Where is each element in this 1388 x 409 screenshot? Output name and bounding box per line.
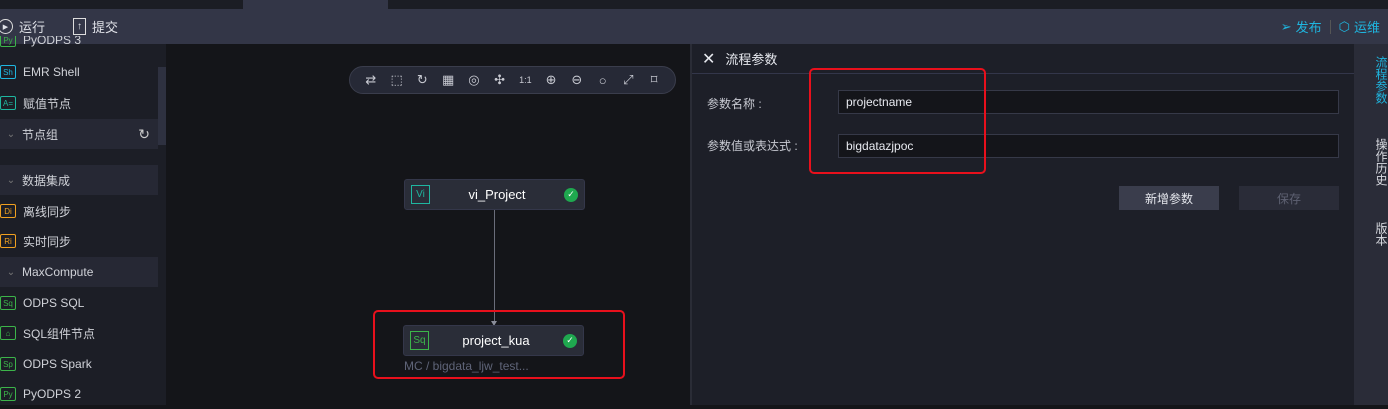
sidebar-item-label: PyODPS 3 — [23, 36, 82, 47]
sidebar-item[interactable]: Sh EMR Shell — [0, 57, 158, 87]
highlight-box — [809, 68, 986, 174]
top-strip — [0, 0, 1388, 9]
tag-icon[interactable]: ⌑ — [645, 72, 663, 88]
hexagon-icon: ⬡ — [1338, 18, 1350, 34]
swap-icon[interactable]: ⇄ — [362, 72, 380, 88]
sidebar-group[interactable]: ⌄ 节点组 ↻ — [0, 119, 158, 149]
sidebar-item[interactable]: Ri 实时同步 — [0, 226, 158, 256]
toolbar: ▶ 运行 ↑ 提交 ➢ 发布 ⬡ 运维 — [0, 9, 1388, 44]
canvas-toolbar: ⇄ ⬚ ↻ ▦ ◎ ✣ 1:1 ⊕ ⊖ ○ ⤢ ⌑ — [349, 66, 676, 94]
node-type-icon: Py — [0, 387, 16, 401]
node-type-icon: Sq — [0, 296, 16, 310]
sidebar-item-pyodps3[interactable]: Py PyODPS 3 — [0, 36, 158, 52]
zoom-in-icon[interactable]: ⊕ — [542, 72, 560, 88]
sidebar-item[interactable]: Di 离线同步 — [0, 196, 158, 226]
publish-label: 发布 — [1295, 20, 1322, 35]
sidebar-item-label: EMR Shell — [23, 65, 80, 79]
actual-size-icon[interactable]: 1:1 — [516, 75, 534, 85]
panel-title: 流程参数 — [725, 52, 778, 67]
flow-params-panel: ✕ 流程参数 参数名称 : projectname 参数值或表达式 : bigda… — [692, 44, 1354, 405]
sidebar-item-label: ODPS Spark — [23, 357, 92, 371]
shrink-icon[interactable]: ✣ — [491, 72, 509, 88]
node-name: vi_Project — [468, 187, 526, 202]
sidebar-item[interactable]: A= 赋值节点 — [0, 88, 158, 118]
node-type-icon: A= — [0, 96, 16, 110]
node-type-icon: Ri — [0, 234, 16, 248]
sidebar-scrollbar-thumb[interactable] — [158, 67, 166, 145]
chevron-down-icon: ⌄ — [6, 266, 16, 278]
tab-history[interactable]: 操作历史 — [1354, 138, 1388, 186]
check-icon: ✓ — [564, 187, 578, 202]
sidebar-group-label: 节点组 — [22, 127, 59, 142]
refresh-icon[interactable]: ↻ — [138, 126, 150, 143]
center-icon[interactable]: ◎ — [465, 72, 483, 88]
select-icon[interactable]: ⬚ — [388, 72, 406, 88]
publish-button[interactable]: ➢ 发布 — [1281, 17, 1322, 36]
tab-version[interactable]: 版本 — [1354, 222, 1388, 246]
sidebar-item-label: 离线同步 — [23, 204, 72, 219]
ops-label: 运维 — [1353, 20, 1380, 35]
sidebar-item-label: PyODPS 2 — [23, 387, 82, 401]
param-value-label: 参数值或表达式 : — [707, 139, 798, 153]
sidebar-group-label: MaxCompute — [22, 265, 94, 279]
edge-connector — [494, 209, 495, 324]
sidebar-group[interactable]: ⌄ 数据集成 — [0, 165, 158, 195]
chevron-down-icon: ⌄ — [6, 128, 16, 140]
close-icon[interactable]: ✕ — [702, 49, 715, 69]
fullscreen-icon[interactable]: ⤢ — [619, 72, 637, 88]
active-file-tab[interactable] — [243, 0, 388, 9]
search-icon[interactable]: ○ — [594, 73, 612, 88]
add-param-button[interactable]: 新增参数 — [1119, 186, 1219, 210]
save-button[interactable]: 保存 — [1239, 186, 1339, 210]
sidebar-group[interactable]: ⌄ MaxCompute — [0, 257, 158, 287]
right-rail: 流程参数 操作历史 版本 — [1354, 44, 1388, 405]
node-type-icon: Sp — [0, 357, 16, 371]
paper-plane-icon: ➢ — [1280, 18, 1292, 34]
vi-node-icon: Vi — [411, 185, 430, 204]
separator — [1329, 19, 1331, 34]
param-name-label: 参数名称 : — [707, 97, 762, 111]
run-button[interactable]: ▶ 运行 — [0, 17, 45, 36]
sidebar-group-label: 数据集成 — [22, 173, 71, 188]
sidebar-item[interactable]: Sp ODPS Spark — [0, 349, 158, 379]
submit-label: 提交 — [92, 20, 119, 35]
node-type-icon: Sh — [0, 65, 16, 79]
sidebar-item-label: 实时同步 — [23, 234, 72, 249]
node-type-icon: ⌂ — [0, 326, 16, 340]
upload-icon: ↑ — [73, 18, 87, 35]
ops-button[interactable]: ⬡ 运维 — [1339, 17, 1380, 36]
sidebar-item[interactable]: ⌂ SQL组件节点 — [0, 318, 158, 348]
sidebar-item-label: SQL组件节点 — [23, 326, 96, 341]
sidebar-item-label: 赋值节点 — [23, 96, 72, 111]
tab-flow-params[interactable]: 流程参数 — [1354, 56, 1388, 104]
node-vi-project[interactable]: Vi vi_Project ✓ — [404, 179, 585, 210]
play-icon: ▶ — [0, 19, 13, 34]
submit-button[interactable]: ↑ 提交 — [73, 17, 118, 36]
refresh-icon[interactable]: ↻ — [413, 72, 431, 88]
sidebar-item[interactable]: Sq ODPS SQL — [0, 288, 158, 318]
sidebar-item-label: ODPS SQL — [23, 296, 85, 310]
highlight-box — [373, 310, 625, 379]
node-type-icon: Di — [0, 204, 16, 218]
run-label: 运行 — [19, 20, 46, 35]
grid-icon[interactable]: ▦ — [439, 72, 457, 88]
zoom-out-icon[interactable]: ⊖ — [568, 72, 586, 88]
chevron-down-icon: ⌄ — [6, 174, 16, 186]
